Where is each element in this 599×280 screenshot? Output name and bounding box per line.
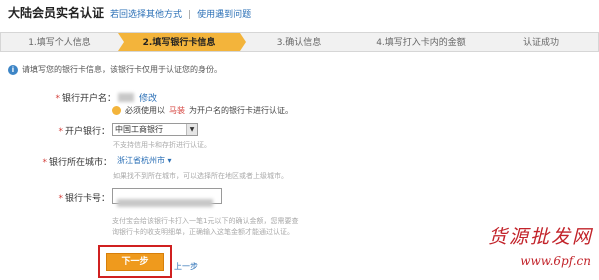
step-label: 认证成功	[522, 38, 559, 48]
warning-suffix: 为开户名的银行卡进行认证。	[189, 106, 293, 115]
bank-note: 不支持信用卡和存折进行认证。	[113, 141, 211, 149]
card-note: 支付宝会给该银行卡打入一笔1元以下的确认金额，您需要查询银行卡的收支明细单，正确…	[112, 217, 299, 236]
city-note: 如果找不到所在城市，可以选择所在地区或者上级城市。	[113, 172, 288, 180]
step-label: 1.填写个人信息	[28, 38, 91, 48]
step-label: 2.填写银行卡信息	[142, 38, 216, 48]
card-number-input[interactable]	[112, 188, 222, 207]
hint-text: 请填写您的银行卡信息，该银行卡仅用于认证您的身份。	[22, 65, 222, 74]
header-separator: |	[188, 10, 192, 20]
bank-label: * 开户银行：	[58, 127, 110, 137]
name-warning: 必须使用以 马装 为开户名的银行卡进行认证。	[112, 105, 293, 116]
account-name-label: * 银行开户名：	[55, 94, 116, 104]
step-label: 3.确认信息	[276, 38, 322, 48]
modify-link[interactable]: 修改	[139, 91, 157, 104]
account-name-row: 修改	[118, 91, 157, 104]
bank-selected-value: 中国工商银行	[115, 125, 163, 134]
blurred-card-number	[117, 199, 213, 207]
step-confirm-info: 3.确认信息	[240, 32, 364, 52]
step-enter-amount: 4.填写打入卡内的金额	[358, 32, 490, 52]
progress-steps: 1.填写个人信息 2.填写银行卡信息 3.确认信息 4.填写打入卡内的金额 认证…	[0, 32, 599, 52]
prev-link[interactable]: 上一步	[174, 261, 198, 272]
step-label: 4.填写打入卡内的金额	[376, 38, 466, 48]
next-button[interactable]: 下一步	[106, 253, 164, 271]
warning-icon	[112, 106, 121, 115]
watermark-url: www.6pf.cn	[520, 254, 591, 268]
card-label-text: 银行卡号：	[64, 194, 110, 204]
info-icon: i	[8, 64, 18, 75]
step-bank-card-info: 2.填写银行卡信息	[118, 32, 246, 52]
city-label: * 银行所在城市：	[42, 158, 112, 168]
switch-method-link[interactable]: 若回选择其他方式	[110, 7, 182, 20]
form-hint: i 请填写您的银行卡信息，该银行卡仅用于认证您的身份。	[8, 64, 222, 75]
help-link[interactable]: 使用遇到问题	[197, 7, 251, 20]
warning-prefix: 必须使用以	[125, 106, 165, 115]
page-title: 大陆会员实名认证	[8, 6, 105, 20]
step-success: 认证成功	[484, 32, 599, 52]
city-selector[interactable]: 浙江省杭州市 ▾	[117, 155, 172, 166]
chevron-down-icon[interactable]: ▼	[186, 124, 197, 135]
next-button-highlight: 下一步	[98, 245, 172, 278]
blurred-name	[118, 93, 134, 102]
bank-label-text: 开户银行：	[64, 127, 110, 137]
city-label-text: 银行所在城市：	[48, 158, 112, 168]
card-label: * 银行卡号：	[58, 194, 110, 204]
warning-highlight: 马装	[169, 106, 185, 115]
page-header: 大陆会员实名认证 若回选择其他方式 | 使用遇到问题	[8, 4, 251, 26]
bank-select[interactable]: 中国工商银行 ▼	[112, 123, 198, 136]
account-name-label-text: 银行开户名：	[61, 94, 116, 104]
watermark-text: 货源批发网	[487, 226, 593, 248]
step-personal-info: 1.填写个人信息	[0, 32, 124, 52]
